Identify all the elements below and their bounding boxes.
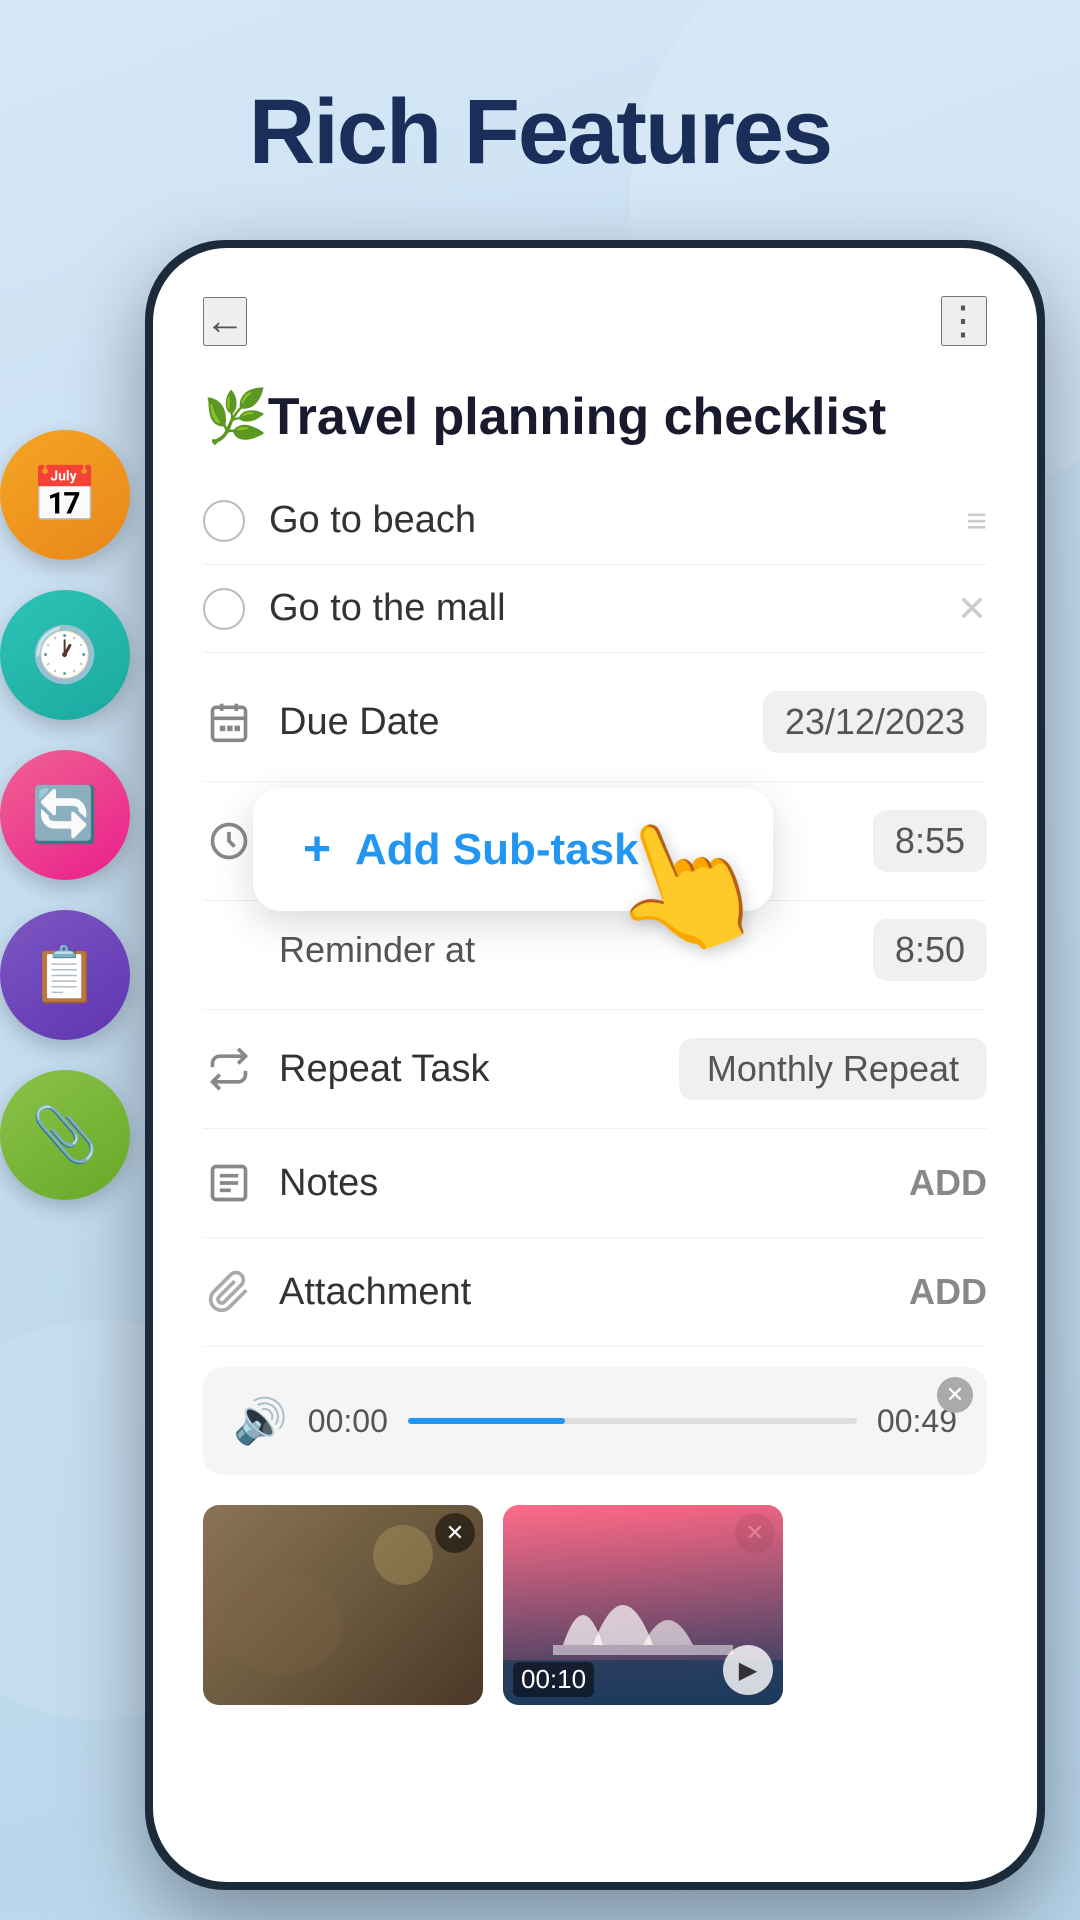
clock-row-icon bbox=[203, 815, 255, 867]
drag-icon-1: ≡ bbox=[966, 500, 987, 542]
due-date-row-left: Due Date bbox=[203, 696, 440, 748]
clock-icon: 🕐 bbox=[31, 624, 98, 687]
video-duration: 00:10 bbox=[513, 1662, 594, 1697]
video-thumbnail[interactable]: ✕ bbox=[503, 1505, 783, 1705]
calendar-row-icon bbox=[203, 696, 255, 748]
notes-add-button[interactable]: ADD bbox=[909, 1162, 987, 1204]
attachment-label: Attachment bbox=[279, 1271, 471, 1314]
repeat-task-row[interactable]: Repeat Task Monthly Repeat bbox=[203, 1010, 987, 1129]
back-button[interactable]: ← bbox=[203, 297, 247, 346]
clock-feature-icon[interactable]: 🕐 bbox=[0, 590, 130, 720]
audio-progress-fill bbox=[408, 1418, 565, 1424]
task-item-left: Go to beach bbox=[203, 499, 476, 542]
repeat-feature-icon[interactable]: 🔄 bbox=[0, 750, 130, 880]
audio-player: ✕ 🔊 00:00 00:49 bbox=[203, 1367, 987, 1475]
notes-row-icon bbox=[203, 1157, 255, 1209]
phone-mockup: ← ⋮ 🌿Travel planning checklist Go to bea… bbox=[145, 240, 1045, 1890]
app-header: ← ⋮ bbox=[153, 248, 1037, 366]
media-row: ✕ ✕ bbox=[153, 1495, 1037, 1715]
side-icons-container: 📅 🕐 🔄 📋 📎 bbox=[0, 430, 130, 1200]
audio-start-time: 00:00 bbox=[308, 1403, 388, 1440]
task-item-2: Go to the mall ✕ bbox=[203, 565, 987, 653]
repeat-icon: 🔄 bbox=[31, 784, 98, 847]
phone-screen: ← ⋮ 🌿Travel planning checklist Go to bea… bbox=[153, 248, 1037, 1882]
page-title: Rich Features bbox=[60, 80, 1020, 185]
reminder-at-value: 8:50 bbox=[873, 919, 987, 981]
repeat-row-icon bbox=[203, 1043, 255, 1095]
attachment-add-button[interactable]: ADD bbox=[909, 1271, 987, 1313]
remove-task-icon[interactable]: ✕ bbox=[957, 588, 987, 630]
attachment-row-left: Attachment bbox=[203, 1266, 471, 1318]
paperclip-icon: 📎 bbox=[31, 1104, 98, 1167]
notes-feature-icon[interactable]: 📋 bbox=[0, 910, 130, 1040]
audio-close-button[interactable]: ✕ bbox=[937, 1377, 973, 1413]
task-item: Go to beach ≡ bbox=[203, 477, 987, 565]
calendar-icon: 📅 bbox=[31, 464, 98, 527]
attachment-row[interactable]: Attachment ADD bbox=[203, 1238, 987, 1347]
due-date-row[interactable]: Due Date 23/12/2023 bbox=[203, 663, 987, 782]
plus-icon: + bbox=[303, 822, 331, 877]
notes-label: Notes bbox=[279, 1162, 378, 1205]
repeat-task-row-left: Repeat Task bbox=[203, 1043, 490, 1095]
task-text-2: Go to the mall bbox=[269, 587, 506, 630]
photo-thumbnail[interactable]: ✕ bbox=[203, 1505, 483, 1705]
monthly-repeat-badge: Monthly Repeat bbox=[679, 1038, 987, 1100]
notes-doc-icon: 📋 bbox=[31, 944, 98, 1007]
reminder-at-label: Reminder at bbox=[279, 929, 475, 971]
more-options-button[interactable]: ⋮ bbox=[941, 296, 987, 346]
attachment-row-icon bbox=[203, 1266, 255, 1318]
task-title: 🌿Travel planning checklist bbox=[153, 366, 1037, 477]
time-reminder-value: 8:55 bbox=[873, 810, 987, 872]
repeat-task-label: Repeat Task bbox=[279, 1048, 490, 1091]
due-date-label: Due Date bbox=[279, 701, 440, 744]
reminder-at-row[interactable]: Reminder at 8:50 bbox=[203, 901, 987, 1010]
audio-wave-icon: 🔊 bbox=[233, 1395, 288, 1447]
notes-row-left: Notes bbox=[203, 1157, 378, 1209]
task-item-2-left: Go to the mall bbox=[203, 587, 506, 630]
task-checkbox-2[interactable] bbox=[203, 588, 245, 630]
notes-row[interactable]: Notes ADD bbox=[203, 1129, 987, 1238]
audio-progress-bar[interactable] bbox=[408, 1418, 857, 1424]
task-text-1: Go to beach bbox=[269, 499, 476, 542]
video-play-button[interactable]: ▶ bbox=[723, 1645, 773, 1695]
task-list: Go to beach ≡ Go to the mall ✕ bbox=[153, 477, 1037, 653]
detail-section: Due Date 23/12/2023 Time & Reminder 8:55 bbox=[153, 663, 1037, 1347]
attachment-feature-icon[interactable]: 📎 bbox=[0, 1070, 130, 1200]
due-date-value: 23/12/2023 bbox=[763, 691, 987, 753]
calendar-feature-icon[interactable]: 📅 bbox=[0, 430, 130, 560]
task-checkbox-1[interactable] bbox=[203, 500, 245, 542]
